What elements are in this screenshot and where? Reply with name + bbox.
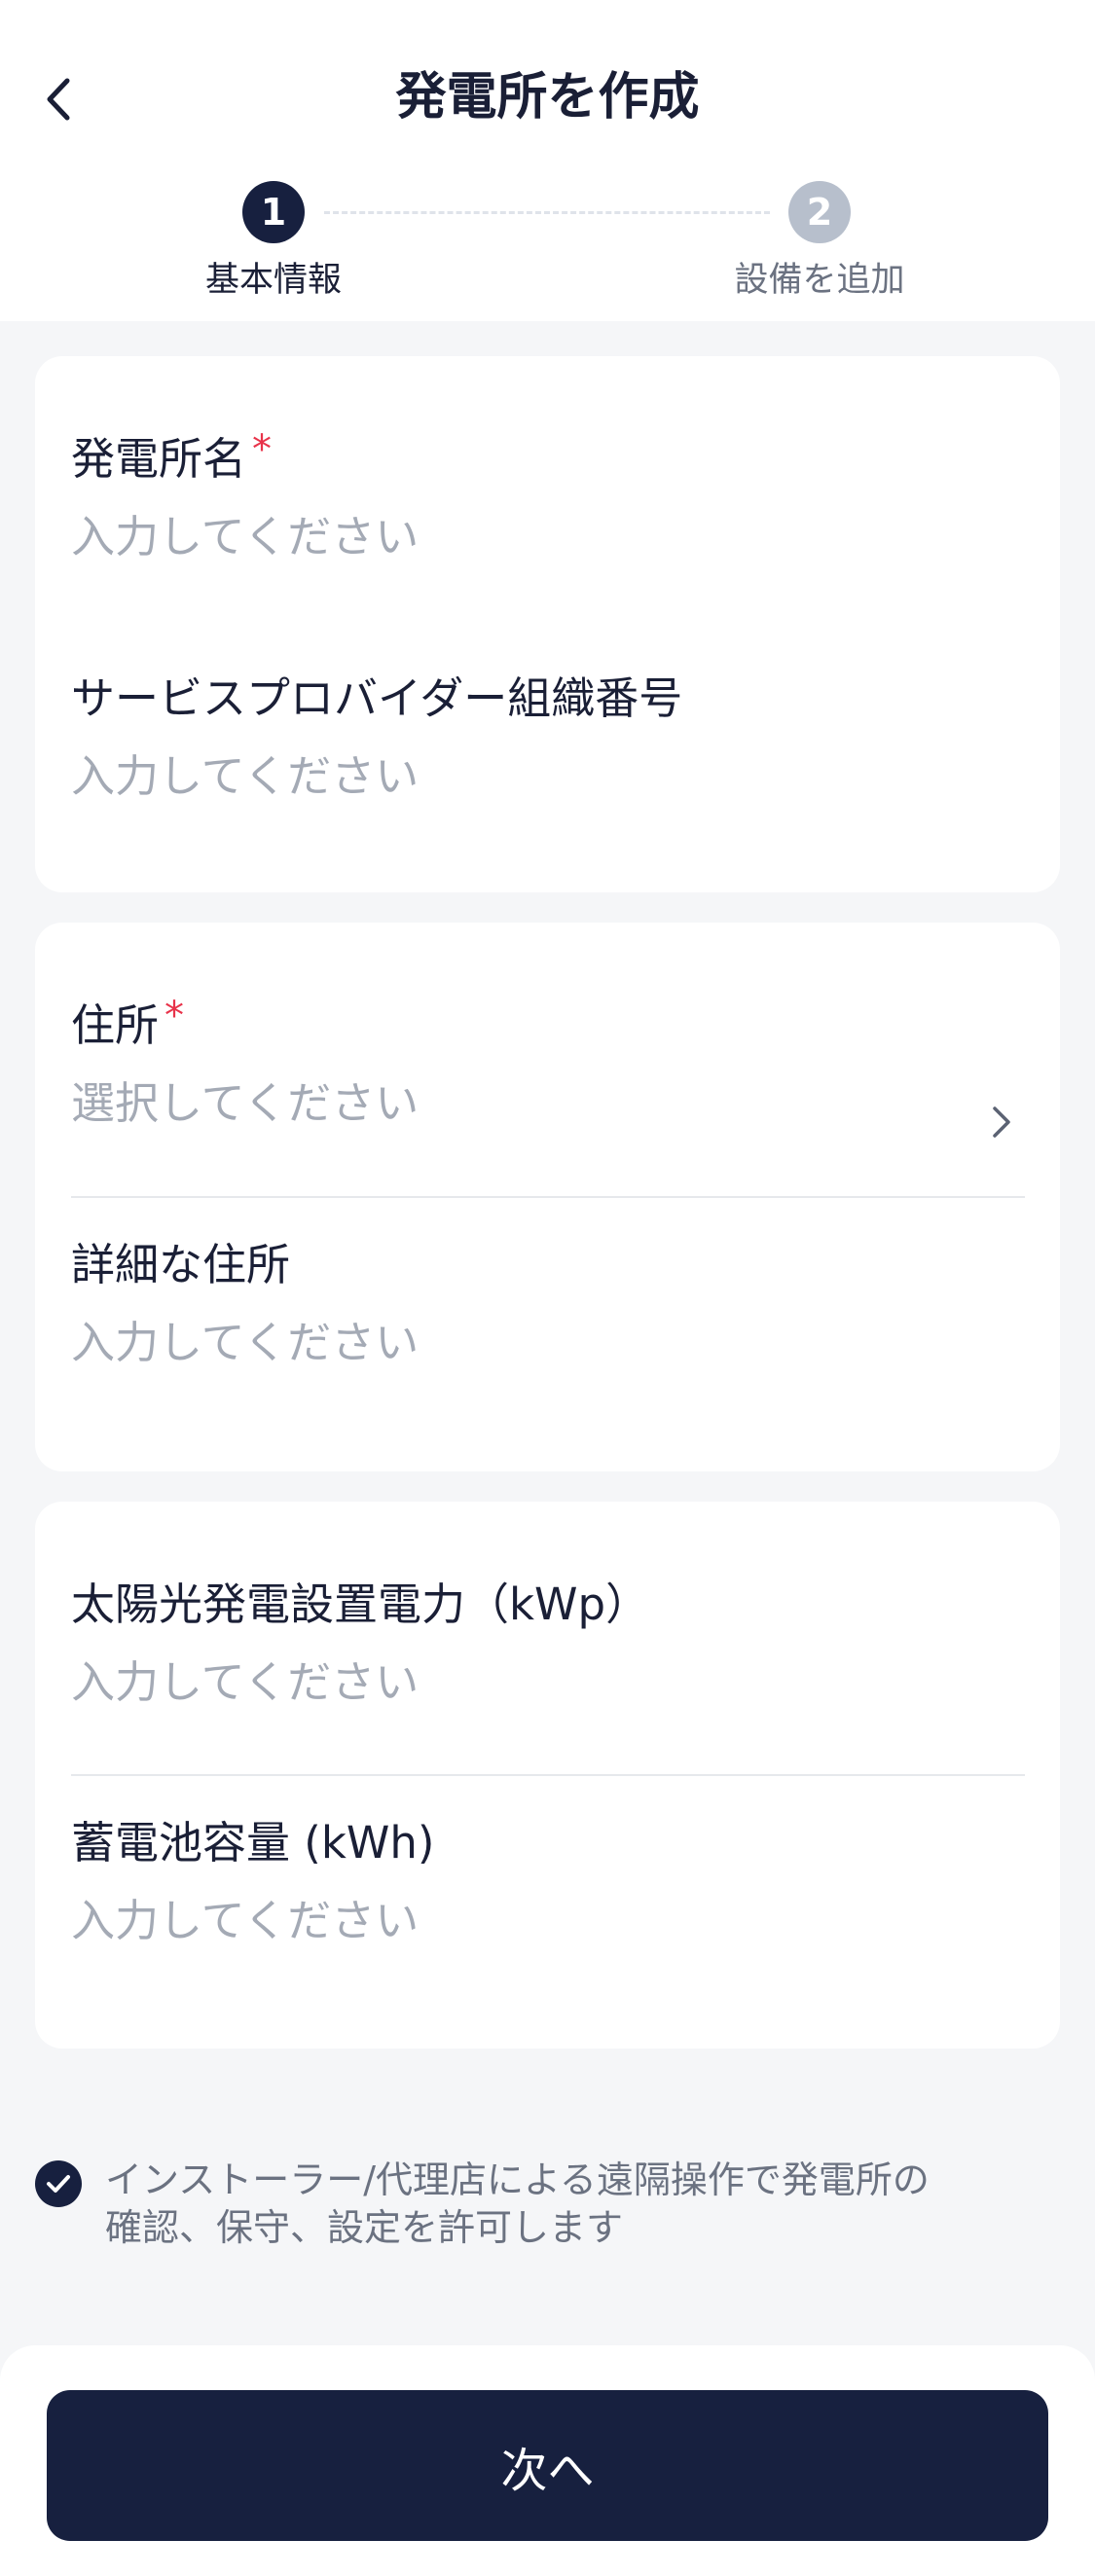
provider-org-input[interactable] [71,747,947,806]
detail-address-input[interactable] [71,1314,947,1372]
provider-org-label: サービスプロバイダー組織番号 [71,672,683,724]
header: 発電所を作成 1 2 基本情報 設備を追加 [0,0,1095,321]
page-title: 発電所を作成 [395,68,700,127]
step-2-label: 設備を追加 [734,261,905,300]
pv-capacity-label: 太陽光発電設置電力（kWp） [71,1578,650,1630]
divider [71,1774,1025,1776]
consent-text: インストーラー/代理店による遠隔操作で発電所の 確認、保守、設定を許可します [105,2157,1059,2252]
step-1-indicator: 1 [242,181,305,243]
required-mark: * [252,427,273,472]
address-card: 住所 * 選択してください 詳細な住所 [35,923,1060,1471]
battery-capacity-label: 蓄電池容量 (kWh) [71,1817,435,1869]
stepper: 1 2 基本情報 設備を追加 [0,181,1095,308]
address-chevron[interactable] [982,1098,1021,1146]
step-connector [324,211,770,214]
address-select[interactable]: 選択してください [71,1074,419,1133]
address-label: 住所 * [71,994,185,1057]
divider [71,1196,1025,1198]
plant-name-input[interactable] [71,508,947,566]
consent-row: インストーラー/代理店による遠隔操作で発電所の 確認、保守、設定を許可します [35,2157,1060,2254]
footer: 次へ [0,2345,1095,2576]
next-button[interactable]: 次へ [47,2390,1048,2541]
step-1-label: 基本情報 [204,261,342,300]
step-2-indicator: 2 [788,181,851,243]
capacity-card: 太陽光発電設置電力（kWp） 蓄電池容量 (kWh) [35,1502,1060,2049]
consent-text-line-1: インストーラー/代理店による遠隔操作で発電所の [105,2159,930,2201]
plant-name-label-text: 発電所名 [71,433,247,485]
required-mark: * [164,994,185,1038]
consent-text-line-2: 確認、保守、設定を許可します [105,2206,624,2249]
battery-capacity-input[interactable] [71,1892,947,1950]
address-label-text: 住所 [71,999,160,1051]
detail-address-label: 詳細な住所 [71,1239,291,1290]
pv-capacity-input[interactable] [71,1653,947,1712]
basic-info-card: 発電所名* サービスプロバイダー組織番号 [35,356,1060,892]
consent-checkbox[interactable] [35,2160,82,2207]
chevron-right-icon [993,1107,1010,1138]
plant-name-label: 発電所名 * [71,427,273,490]
checkmark-icon [47,2175,70,2193]
